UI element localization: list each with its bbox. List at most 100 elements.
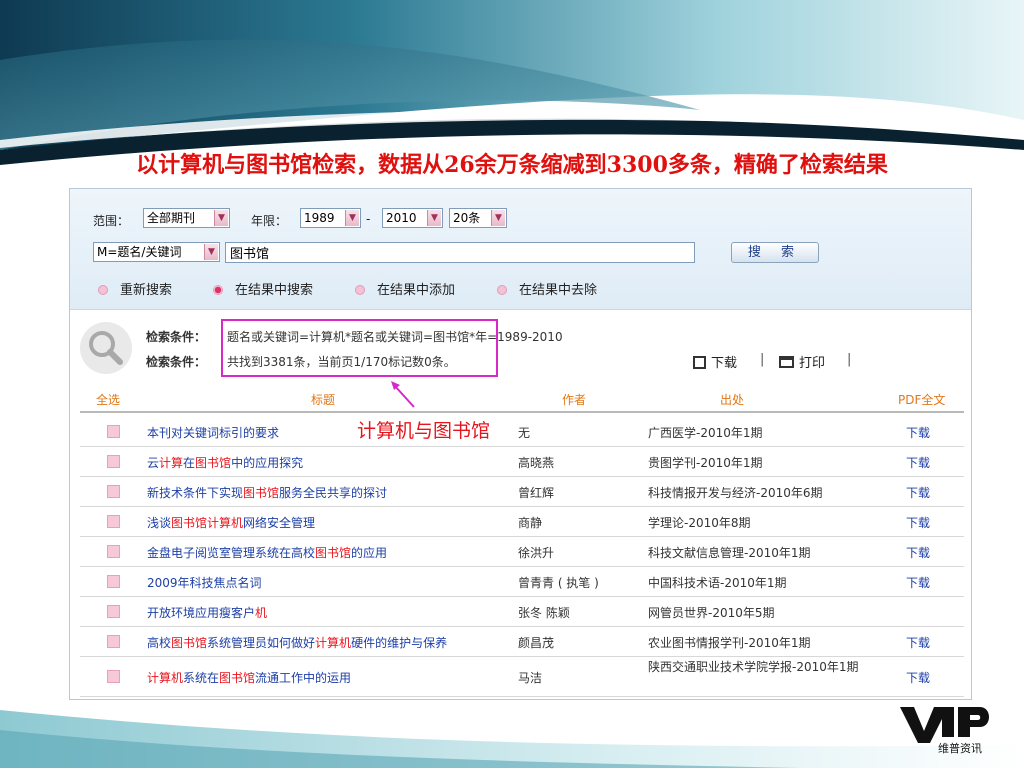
option-remove-results[interactable]: 在结果中去除 [497,279,597,298]
option-search-within[interactable]: 在结果中搜索 [213,279,313,298]
article-title-link[interactable]: 计算机系统在图书馆流通工作中的运用 [147,669,351,686]
page-size-select[interactable]: 20条 ▼ [449,208,507,228]
pdf-download-link[interactable]: 下载 [906,574,930,591]
year-from-select[interactable]: 1989 ▼ [300,208,361,228]
title-text: 系统在 [183,671,220,685]
table-row: 计算机系统在图书馆流通工作中的运用 马洁 陕西交通职业技术学院学报-2010年1期下… [80,657,964,697]
title-text: 云 [147,456,160,470]
article-source: 科技文献信息管理-2010年1期 [648,546,811,560]
title-text: 在 [183,456,196,470]
download-label: 下载 [711,356,738,371]
search-button[interactable]: 搜 索 [731,242,819,263]
table-row: 金盘电子阅览室管理系统在高校图书馆的应用 徐洪升 科技文献信息管理-2010年1期 下… [80,537,964,567]
title-keyword-highlight: 图书馆 [219,671,256,685]
row-checkbox[interactable] [107,455,120,468]
column-author: 作者 [562,393,587,407]
row-checkbox[interactable] [107,605,120,618]
table-row: 浅谈图书馆计算机网络安全管理 商静 学理论-2010年8期 下载 [80,507,964,537]
year-dash: - [366,212,371,226]
title-keyword-highlight: 机 [255,606,268,620]
option-new-search[interactable]: 重新搜索 [98,279,172,298]
scope-select[interactable]: 全部期刊 ▼ [143,208,230,228]
row-checkbox[interactable] [107,575,120,588]
row-checkbox[interactable] [107,515,120,528]
title-keyword-highlight: 计算 [159,456,184,470]
article-title-link[interactable]: 开放环境应用瘦客户机 [147,604,267,621]
table-row: 新技术条件下实现图书馆服务全民共享的探讨 曾红辉 科技情报开发与经济-2010年6期… [80,477,964,507]
radio-icon [355,285,365,295]
table-row: 2009年科技焦点名词 曾青青 ( 执笔 ) 中国科技术语-2010年1期 下载 [80,567,964,597]
page-size-value: 20条 [453,211,481,225]
field-select[interactable]: M=题名/关键词 ▼ [93,242,220,262]
article-title-link[interactable]: 新技术条件下实现图书馆服务全民共享的探讨 [147,484,387,501]
article-source: 科技情报开发与经济-2010年6期 [648,486,823,500]
title-keyword-highlight: 图书馆 [243,486,280,500]
year-to-select[interactable]: 2010 ▼ [382,208,443,228]
article-source: 网管员世界-2010年5期 [648,606,775,620]
floppy-disk-icon [693,356,706,369]
option-label: 重新搜索 [120,283,173,298]
article-title-link[interactable]: 云计算在图书馆中的应用探究 [147,454,303,471]
annotation-label: 计算机与图书馆 [355,416,493,443]
row-checkbox[interactable] [107,635,120,648]
title-text: 金盘电子阅览室管理系统在高校 [147,546,316,560]
column-title: 标题 [311,393,336,407]
article-title-link[interactable]: 金盘电子阅览室管理系统在高校图书馆的应用 [147,544,387,561]
article-title-link[interactable]: 高校图书馆系统管理员如何做好计算机硬件的维护与保养 [147,634,447,651]
select-all-link[interactable]: 全选 [96,391,120,408]
title-text: 网络安全管理 [243,516,316,530]
title-text: 本刊对关键词标引的要求 [147,426,280,440]
title-text: 浅谈 [147,516,172,530]
pdf-download-link[interactable]: 下载 [906,454,930,471]
pdf-download-link[interactable]: 下载 [906,544,930,561]
toolbar-separator: | [760,352,765,367]
title-text: 开放环境应用瘦客户 [147,606,256,620]
slide-footer-graphic [0,710,1024,768]
condition-label: 检索条件： [146,330,207,344]
article-author: 曾青青 ( 执笔 ) [518,576,599,590]
chevron-down-icon: ▼ [491,210,505,226]
row-checkbox[interactable] [107,545,120,558]
option-add-results[interactable]: 在结果中添加 [355,279,455,298]
logo-caption: 维普资讯 [938,742,982,755]
pdf-download-link[interactable]: 下载 [906,514,930,531]
title-text: 流通工作中的运用 [255,671,352,685]
scope-value: 全部期刊 [147,211,196,225]
chevron-down-icon: ▼ [427,210,441,226]
title-keyword-highlight: 图书馆计算机 [171,516,244,530]
column-pdf: PDF全文 [898,393,946,407]
scope-label: 范围： [93,214,130,228]
row-checkbox[interactable] [107,425,120,438]
article-author: 徐洪升 [518,546,555,560]
article-author: 曾红辉 [518,486,555,500]
title-text: 中的应用探究 [231,456,304,470]
option-label: 在结果中去除 [519,283,598,298]
download-button[interactable]: 下载 [693,352,737,371]
article-author: 商静 [518,516,543,530]
column-source: 出处 [720,393,745,407]
results-table-header: 全选 标题 作者 出处 PDF全文 [80,389,964,413]
title-text: 2009年科技焦点名词 [147,576,262,590]
search-results-screenshot: 范围： 全部期刊 ▼ 年限： 1989 ▼ - 2010 ▼ 20条 ▼ M=题… [69,188,972,700]
row-checkbox[interactable] [107,670,120,683]
printer-icon [779,356,794,368]
radio-selected-icon [213,285,223,295]
article-source: 广西医学-2010年1期 [648,426,763,440]
article-source: 陕西交通职业技术学院学报-2010年1期 [648,660,859,674]
article-author: 张冬 陈颖 [518,606,570,620]
print-button[interactable]: 打印 [779,352,825,371]
pdf-download-link[interactable]: 下载 [906,634,930,651]
search-form: 范围： 全部期刊 ▼ 年限： 1989 ▼ - 2010 ▼ 20条 ▼ M=题… [70,189,971,310]
pdf-download-link[interactable]: 下载 [906,669,930,686]
article-title-link[interactable]: 浅谈图书馆计算机网络安全管理 [147,514,315,531]
pdf-download-link[interactable]: 下载 [906,424,930,441]
pdf-download-link[interactable]: 下载 [906,484,930,501]
slide-title: 以计算机与图书馆检索，数据从26余万条缩减到3300多条，精确了检索结果 [136,152,888,178]
chevron-down-icon: ▼ [345,210,359,226]
article-title-link[interactable]: 2009年科技焦点名词 [147,574,262,591]
year-from-value: 1989 [304,211,335,225]
article-title-link[interactable]: 本刊对关键词标引的要求 [147,424,279,441]
article-source: 农业图书情报学刊-2010年1期 [648,636,811,650]
row-checkbox[interactable] [107,485,120,498]
keyword-input[interactable] [225,242,695,263]
